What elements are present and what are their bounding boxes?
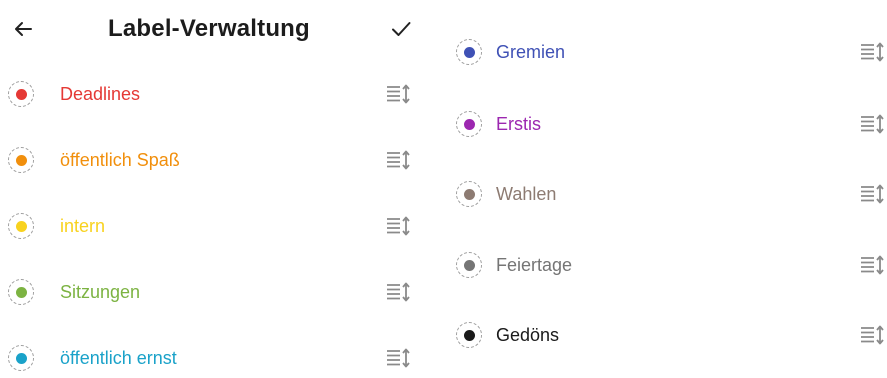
confirm-button[interactable] [386,14,416,44]
reorder-handle-icon[interactable] [860,41,886,63]
color-dot-icon [463,329,475,341]
color-dot-icon [463,46,475,58]
label-color-picker[interactable] [456,252,482,278]
label-row[interactable]: Sitzungen [0,272,440,312]
label-color-picker[interactable] [8,345,34,371]
reorder-handle-icon[interactable] [860,183,886,205]
label-name[interactable]: Wahlen [496,174,556,214]
color-dot-icon [15,352,27,364]
label-row[interactable]: Feiertage [440,245,887,285]
reorder-handle-icon[interactable] [386,83,412,105]
label-name[interactable]: Gedöns [496,315,559,355]
label-name[interactable]: Erstis [496,104,541,144]
label-name[interactable]: intern [60,206,105,246]
reorder-handle-icon[interactable] [386,281,412,303]
color-dot-icon [15,220,27,232]
label-row[interactable]: Wahlen [440,174,887,214]
label-row[interactable]: Gremien [440,32,887,72]
reorder-handle-icon[interactable] [860,113,886,135]
reorder-handle-icon[interactable] [386,215,412,237]
color-dot-icon [15,88,27,100]
reorder-handle-icon[interactable] [860,254,886,276]
label-row[interactable]: Gedöns [440,315,887,355]
reorder-handle-icon[interactable] [860,324,886,346]
label-color-picker[interactable] [8,279,34,305]
label-row[interactable]: Erstis [440,104,887,144]
reorder-handle-icon[interactable] [386,149,412,171]
label-name[interactable]: Gremien [496,32,565,72]
label-color-picker[interactable] [8,81,34,107]
label-color-picker[interactable] [456,181,482,207]
label-row[interactable]: öffentlich Spaß [0,140,440,180]
label-color-picker[interactable] [456,322,482,348]
back-button[interactable] [8,14,38,44]
label-name[interactable]: Deadlines [60,74,140,114]
label-row[interactable]: intern [0,206,440,246]
color-dot-icon [463,188,475,200]
color-dot-icon [463,118,475,130]
reorder-handle-icon[interactable] [386,347,412,369]
label-management-screen: Label-Verwaltung Deadlines öffentlich Spa… [0,0,440,371]
color-dot-icon [15,154,27,166]
color-dot-icon [15,286,27,298]
label-color-picker[interactable] [456,39,482,65]
color-dot-icon [463,259,475,271]
check-icon [392,22,411,36]
label-row[interactable]: Deadlines [0,74,440,114]
label-management-screen-scrolled: Gremien Erstis Wahlen Feiertage Gedöns [440,0,887,367]
label-name[interactable]: Feiertage [496,245,572,285]
label-name[interactable]: Sitzungen [60,272,140,312]
label-name[interactable]: öffentlich ernst [60,338,177,378]
arrow-left-icon [15,22,32,36]
label-row[interactable]: öffentlich ernst [0,338,440,378]
page-title: Label-Verwaltung [108,15,310,42]
label-color-picker[interactable] [456,111,482,137]
label-color-picker[interactable] [8,147,34,173]
label-name[interactable]: öffentlich Spaß [60,140,180,180]
label-color-picker[interactable] [8,213,34,239]
